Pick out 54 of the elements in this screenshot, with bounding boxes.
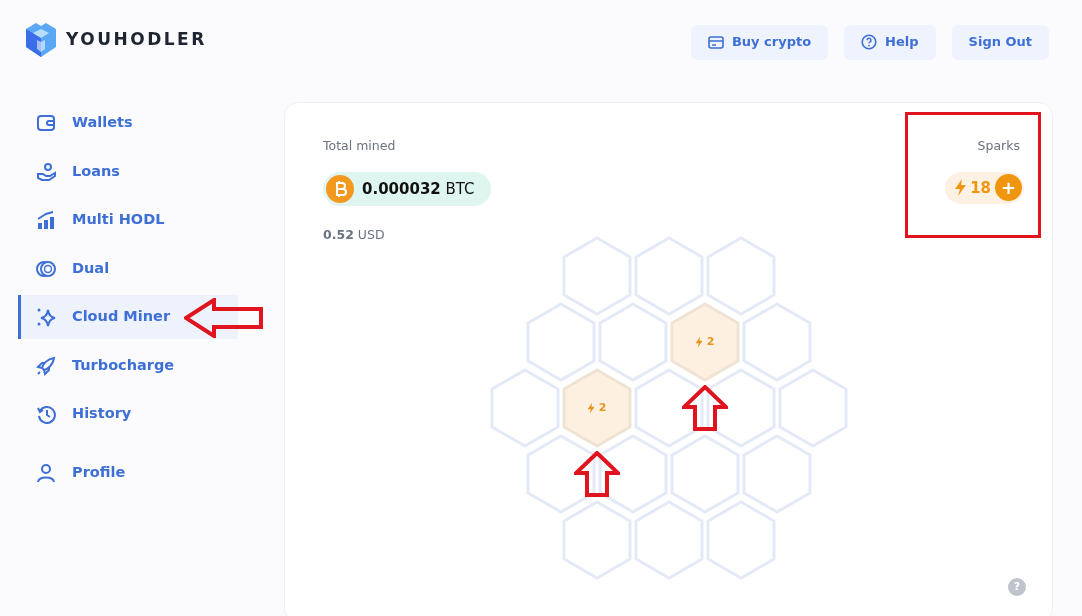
wallet-icon bbox=[36, 113, 56, 133]
hex-cell[interactable] bbox=[525, 301, 597, 383]
sidebar-item[interactable]: Dual bbox=[18, 246, 238, 291]
hex-cell[interactable] bbox=[633, 499, 705, 581]
spark-count: 2 bbox=[695, 333, 715, 351]
buy-crypto-button[interactable]: Buy crypto bbox=[690, 24, 829, 60]
sparkle-icon bbox=[36, 307, 56, 327]
hex-cell[interactable] bbox=[633, 367, 705, 449]
add-sparks-button[interactable]: + bbox=[995, 174, 1022, 202]
hex-cell[interactable] bbox=[669, 433, 741, 515]
usd-amount: 0.52 USD bbox=[323, 225, 386, 244]
bar-chart-icon bbox=[36, 210, 56, 230]
lightning-icon bbox=[587, 402, 595, 414]
logo-icon bbox=[24, 21, 58, 59]
sidebar-item[interactable]: History bbox=[18, 392, 238, 436]
sparks-count: 18 bbox=[970, 177, 991, 199]
hex-cell[interactable] bbox=[705, 499, 777, 581]
sign-out-button[interactable]: Sign Out bbox=[951, 24, 1049, 60]
sidebar-item[interactable]: Cloud Miner bbox=[18, 295, 238, 339]
hex-cell[interactable] bbox=[633, 235, 705, 317]
bitcoin-icon bbox=[326, 174, 354, 203]
logo-text: YOUHODLER bbox=[66, 28, 207, 52]
hex-cell[interactable] bbox=[705, 367, 777, 449]
hex-cell[interactable] bbox=[597, 301, 669, 383]
card-icon bbox=[707, 35, 724, 49]
sidebar-item[interactable]: Profile bbox=[18, 450, 238, 495]
sidebar-item[interactable]: Loans bbox=[18, 149, 238, 194]
total-mined-label: Total mined bbox=[323, 137, 397, 155]
hex-cell[interactable] bbox=[561, 499, 633, 581]
lightning-icon bbox=[955, 179, 967, 197]
rocket-icon bbox=[36, 355, 56, 376]
hex-cell[interactable] bbox=[741, 433, 813, 515]
hex-cell[interactable]: 2 bbox=[561, 367, 633, 449]
sidebar-item[interactable]: Turbocharge bbox=[18, 343, 238, 388]
hand-coin-icon bbox=[36, 161, 56, 182]
history-icon bbox=[36, 404, 56, 424]
sidebar-item[interactable]: Wallets bbox=[18, 101, 238, 145]
coin-icon bbox=[36, 258, 56, 279]
hex-cell[interactable] bbox=[777, 367, 849, 449]
hex-cell[interactable] bbox=[741, 301, 813, 383]
lightning-icon bbox=[695, 336, 703, 348]
sparks-label: Sparks bbox=[977, 137, 1020, 155]
sidebar-item[interactable]: Multi HODL bbox=[18, 198, 238, 242]
help-button[interactable]: Help bbox=[844, 24, 936, 60]
hex-cell[interactable] bbox=[597, 433, 669, 515]
person-icon bbox=[36, 462, 56, 483]
hex-cell[interactable] bbox=[489, 367, 561, 449]
help-icon bbox=[861, 34, 878, 50]
hex-cell[interactable]: 2 bbox=[669, 301, 741, 383]
btc-amount: 0.000032 BTC bbox=[362, 178, 475, 200]
hex-cell[interactable] bbox=[705, 235, 777, 317]
hex-cell[interactable] bbox=[525, 433, 597, 515]
spark-count: 2 bbox=[587, 399, 607, 417]
hex-cell[interactable] bbox=[561, 235, 633, 317]
